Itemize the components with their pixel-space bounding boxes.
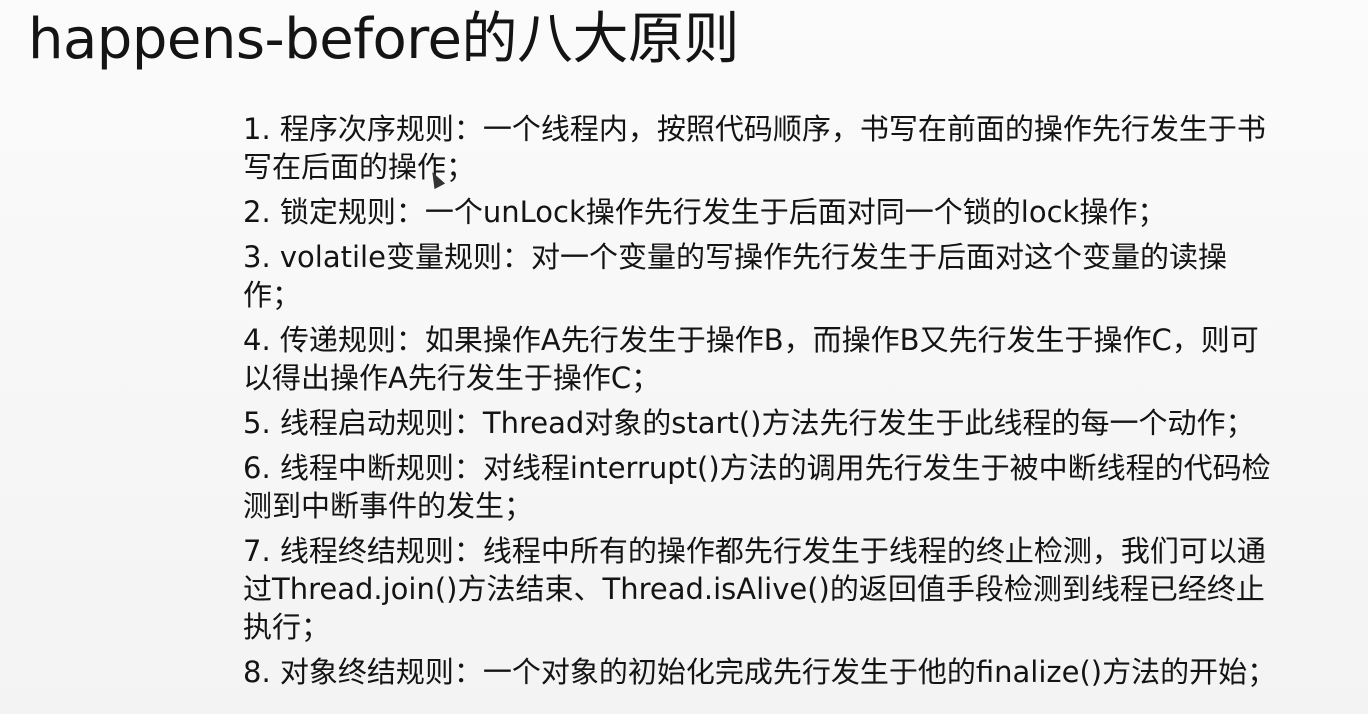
rule-line: 1. 程序次序规则：一个线程内，按照代码顺序，书写在前面的操作先行发生于书	[243, 112, 1266, 146]
rule-line: 过Thread.join()方法结束、Thread.isAlive()的返回值手…	[243, 572, 1265, 606]
rule-line: 2. 锁定规则：一个unLock操作先行发生于后面对同一个锁的lock操作；	[243, 195, 1167, 229]
rule-line: 作；	[243, 278, 302, 312]
rule-line: 8. 对象终结规则：一个对象的初始化完成先行发生于他的finalize()方法的…	[243, 655, 1277, 689]
rule-item-5: 5. 线程启动规则：Thread对象的start()方法先行发生于此线程的每一个…	[243, 404, 1355, 442]
rule-item-6: 6. 线程中断规则：对线程interrupt()方法的调用先行发生于被中断线程的…	[243, 449, 1355, 525]
rule-line: 4. 传递规则：如果操作A先行发生于操作B，而操作B又先行发生于操作C，则可	[243, 323, 1259, 357]
page-title: happens-before的八大原则	[28, 7, 739, 72]
rule-item-3: 3. volatile变量规则：对一个变量的写操作先行发生于后面对这个变量的读操…	[243, 238, 1355, 314]
rules-list: 1. 程序次序规则：一个线程内，按照代码顺序，书写在前面的操作先行发生于书 写在…	[243, 110, 1355, 698]
rule-line: 以得出操作A先行发生于操作C；	[243, 361, 661, 395]
rule-line: 测到中断事件的发生；	[243, 489, 534, 523]
rule-item-4: 4. 传递规则：如果操作A先行发生于操作B，而操作B又先行发生于操作C，则可 以…	[243, 321, 1355, 397]
rule-item-7: 7. 线程终结规则：线程中所有的操作都先行发生于线程的终止检测，我们可以通 过T…	[243, 532, 1355, 646]
rule-item-2: 2. 锁定规则：一个unLock操作先行发生于后面对同一个锁的lock操作；	[243, 193, 1355, 231]
rule-item-8: 8. 对象终结规则：一个对象的初始化完成先行发生于他的finalize()方法的…	[243, 653, 1355, 691]
rule-line: 7. 线程终结规则：线程中所有的操作都先行发生于线程的终止检测，我们可以通	[243, 534, 1266, 568]
rule-line: 3. volatile变量规则：对一个变量的写操作先行发生于后面对这个变量的读操	[243, 240, 1227, 274]
rule-item-1: 1. 程序次序规则：一个线程内，按照代码顺序，书写在前面的操作先行发生于书 写在…	[243, 110, 1355, 186]
rule-line: 5. 线程启动规则：Thread对象的start()方法先行发生于此线程的每一个…	[243, 406, 1255, 440]
rule-line: 6. 线程中断规则：对线程interrupt()方法的调用先行发生于被中断线程的…	[243, 451, 1271, 485]
rule-line: 执行；	[243, 610, 331, 644]
rule-line: 写在后面的操作；	[243, 150, 476, 184]
slide: happens-before的八大原则 1. 程序次序规则：一个线程内，按照代码…	[0, 0, 1368, 714]
